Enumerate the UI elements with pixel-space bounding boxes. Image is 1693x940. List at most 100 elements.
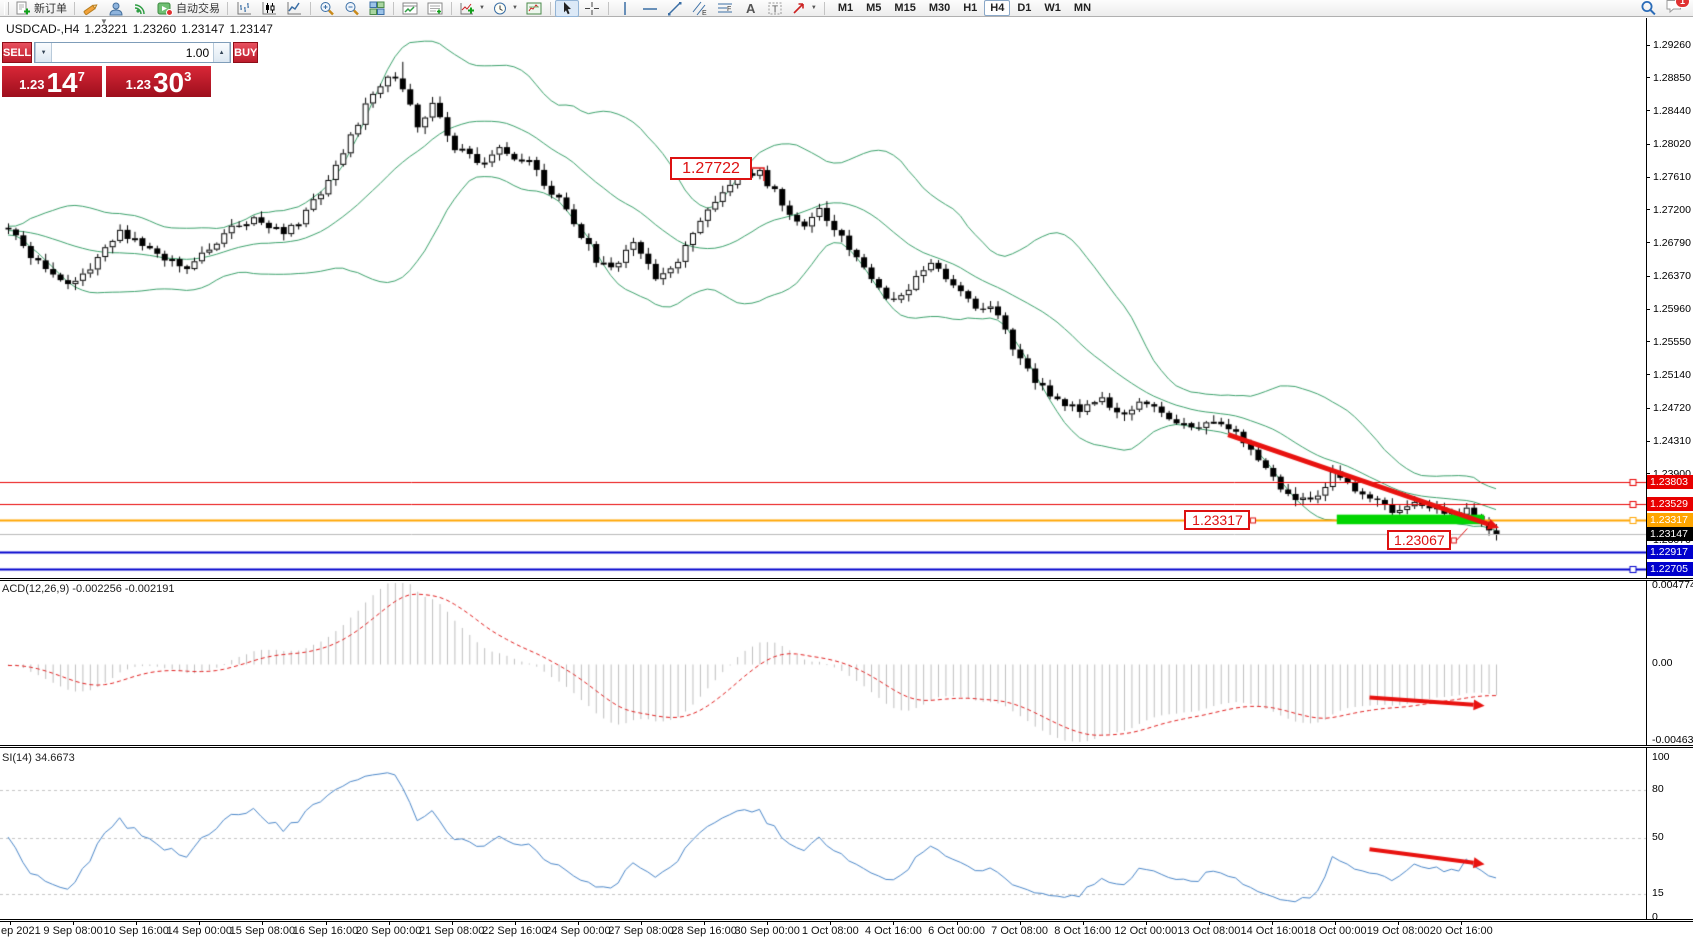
arrows-icon <box>791 1 807 16</box>
price-callout[interactable]: 1.27722 <box>670 157 752 180</box>
trendline-tool-button[interactable] <box>663 0 687 17</box>
price-chart-canvas[interactable] <box>0 18 1646 579</box>
fibonacci-tool-button[interactable]: F <box>713 0 737 17</box>
tile-windows-icon <box>369 1 385 16</box>
timeframe-w1[interactable]: W1 <box>1038 0 1067 16</box>
price-tick-dash <box>1646 209 1650 210</box>
macd-axis-zero: 0.00 <box>1652 657 1672 669</box>
price-tick-label: 1.27610 <box>1653 171 1691 184</box>
volume-input[interactable] <box>52 43 213 62</box>
text-label-tool-button[interactable]: T <box>763 0 787 17</box>
arrows-tool-button[interactable]: ▼ <box>788 0 820 17</box>
price-tick-label: 1.25550 <box>1653 336 1691 349</box>
price-callout[interactable]: 1.23317 <box>1184 510 1250 530</box>
volume-increase-button[interactable]: ▲ <box>213 43 230 62</box>
volume-stepper: ▼ ▲ <box>34 42 231 63</box>
toolbar-right-group: 1 <box>1640 0 1691 19</box>
timeframe-h1[interactable]: H1 <box>957 0 983 16</box>
bar-chart-type-button[interactable] <box>232 0 256 17</box>
toolbar-separator <box>824 2 825 15</box>
crosshair-tool-button[interactable] <box>580 0 604 17</box>
signals-button[interactable] <box>129 0 153 17</box>
styles-button[interactable] <box>79 0 103 17</box>
time-label: ep 2021 <box>1 925 41 937</box>
svg-text:F: F <box>727 6 731 13</box>
sell-price-box[interactable]: 1.23 14 7 <box>2 66 102 97</box>
price-tick-label: 1.24310 <box>1653 435 1691 448</box>
price-tick-dash <box>1646 309 1650 310</box>
price-level-label: 1.23317 <box>1647 513 1693 527</box>
time-label: 16 Sep 16:00 <box>293 925 358 937</box>
toolbar-separator <box>451 2 452 15</box>
sell-price-sup: 7 <box>78 69 85 84</box>
rsi-panel-canvas[interactable] <box>0 749 1646 920</box>
price-level-label: 1.23803 <box>1647 475 1693 489</box>
new-order-label: 新订单 <box>34 0 67 16</box>
cursor-tool-button[interactable] <box>555 0 579 17</box>
price-tick-label: 1.26790 <box>1653 237 1691 250</box>
price-tick-label: 1.24720 <box>1653 402 1691 415</box>
data-window-button[interactable] <box>423 0 447 17</box>
price-tick-label: 1.28440 <box>1653 105 1691 118</box>
period-clock-button[interactable]: ▼ <box>489 0 521 17</box>
zoom-in-icon <box>319 1 335 16</box>
buy-price-box[interactable]: 1.23 30 3 <box>106 66 211 97</box>
oneclick-collapse-caret[interactable]: ▼ <box>100 17 108 26</box>
toolbar-separator <box>227 2 228 15</box>
chart-ohlc-header: USDCAD-,H41.232211.232601.231471.23147 <box>6 22 278 36</box>
time-label: 28 Sep 16:00 <box>671 925 736 937</box>
candlestick-chart-type-button[interactable] <box>257 0 281 17</box>
timeframe-m1[interactable]: M1 <box>832 0 859 16</box>
price-callout[interactable]: 1.23067 <box>1387 530 1451 550</box>
text-tool-button[interactable]: A <box>738 0 762 17</box>
price-tick-dash <box>1646 144 1650 145</box>
zoom-out-button[interactable] <box>340 0 364 17</box>
buy-price-big: 30 <box>153 70 184 96</box>
trading-terminal-window: 新订单 自动交易 <box>0 0 1693 940</box>
timeframe-m15[interactable]: M15 <box>888 0 921 16</box>
time-label: 10 Sep 16:00 <box>103 925 168 937</box>
timeframe-m30[interactable]: M30 <box>923 0 956 16</box>
timeframe-h4[interactable]: H4 <box>984 0 1010 16</box>
new-order-button[interactable]: 新订单 <box>12 0 70 17</box>
time-label: 20 Sep 00:00 <box>356 925 421 937</box>
timeframe-d1[interactable]: D1 <box>1011 0 1037 16</box>
time-label: 24 Sep 00:00 <box>545 925 610 937</box>
timeframe-toolbar: M1M5M15M30H1H4D1W1MN <box>832 0 1097 16</box>
tile-windows-button[interactable] <box>365 0 389 17</box>
autotrading-icon <box>157 1 173 16</box>
panel-separator[interactable] <box>0 745 1693 748</box>
price-tick-dash <box>1646 276 1650 277</box>
horizontal-line-tool-button[interactable] <box>638 0 662 17</box>
time-label: 21 Sep 08:00 <box>419 925 484 937</box>
add-indicator-button[interactable]: ▼ <box>456 0 488 17</box>
panel-separator[interactable] <box>0 578 1693 581</box>
time-axis[interactable]: ep 20219 Sep 08:0010 Sep 16:0014 Sep 00:… <box>0 922 1693 940</box>
search-icon[interactable] <box>1640 0 1657 16</box>
price-axis[interactable]: 1.292601.288501.284401.280201.276101.272… <box>1646 0 1693 940</box>
panel-separator[interactable] <box>0 919 1693 922</box>
price-tick-dash <box>1646 341 1650 342</box>
sell-button[interactable]: SELL <box>2 42 32 63</box>
zoom-in-button[interactable] <box>315 0 339 17</box>
timeframe-mn[interactable]: MN <box>1068 0 1097 16</box>
profile-button[interactable] <box>104 0 128 17</box>
rsi-indicator-label: SI(14) 34.6673 <box>2 752 75 764</box>
vertical-line-tool-button[interactable] <box>613 0 637 17</box>
rsi-axis-label: 50 <box>1652 831 1664 843</box>
autotrading-button[interactable]: 自动交易 <box>154 0 223 17</box>
volume-decrease-button[interactable]: ▼ <box>35 43 52 62</box>
chart-low: 1.23147 <box>181 22 224 36</box>
buy-button[interactable]: BUY <box>233 42 258 63</box>
macd-panel-canvas[interactable] <box>0 581 1646 745</box>
clock-icon <box>492 1 508 16</box>
equidistant-channel-tool-button[interactable]: E <box>688 0 712 17</box>
line-chart-type-button[interactable] <box>282 0 306 17</box>
templates-button[interactable] <box>522 0 546 17</box>
indicator-window-button[interactable] <box>398 0 422 17</box>
toolbar-grip[interactable] <box>4 2 9 15</box>
notifications-button[interactable]: 1 <box>1665 0 1683 19</box>
svg-text:E: E <box>702 10 707 16</box>
timeframe-m5[interactable]: M5 <box>860 0 887 16</box>
svg-text:T: T <box>772 4 778 15</box>
